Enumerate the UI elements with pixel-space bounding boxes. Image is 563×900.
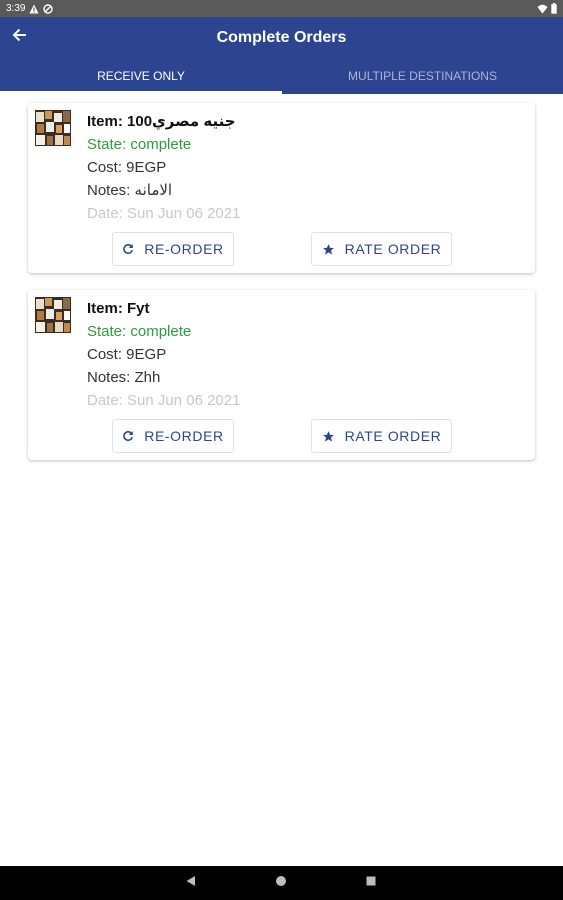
item-cost: Cost: 9EGP: [87, 346, 167, 363]
star-icon: [322, 430, 335, 443]
item-thumbnail: [35, 110, 71, 146]
page-title: Complete Orders: [216, 29, 347, 46]
warning-icon: [29, 4, 40, 14]
status-bar: 3:39: [0, 0, 563, 17]
order-card: Item: Fyt State: complete Cost: 9EGP Not…: [28, 290, 535, 460]
item-state: State: complete: [87, 136, 192, 153]
item-date: Date: Sun Jun 06 2021: [87, 205, 241, 222]
star-icon: [322, 243, 335, 256]
item-date: Date: Sun Jun 06 2021: [87, 392, 241, 409]
app-bar: Complete Orders RECEIVE ONLY MULTIPLE DE…: [0, 17, 563, 94]
tab-label: MULTIPLE DESTINATIONS: [348, 69, 497, 83]
rate-order-button[interactable]: RATE ORDER: [311, 232, 452, 266]
tab-label: RECEIVE ONLY: [97, 69, 185, 83]
battery-icon: [551, 3, 557, 14]
reorder-button[interactable]: RE-ORDER: [112, 232, 234, 266]
nav-recents-button[interactable]: [365, 874, 377, 892]
nav-home-button[interactable]: [275, 874, 287, 892]
recents-square-icon: [365, 874, 377, 892]
home-circle-icon: [275, 874, 287, 892]
item-thumbnail: [35, 297, 71, 333]
reorder-label: RE-ORDER: [144, 428, 224, 444]
item-cost: Cost: 9EGP: [87, 159, 167, 176]
circle-slash-icon: [43, 3, 54, 14]
nav-back-button[interactable]: [185, 874, 197, 892]
tab-indicator: [0, 91, 282, 94]
reorder-button[interactable]: RE-ORDER: [112, 419, 234, 453]
item-notes: Notes: Zhh: [87, 369, 161, 386]
tab-receive-only[interactable]: RECEIVE ONLY: [0, 69, 282, 94]
refresh-icon: [122, 243, 134, 255]
item-name: Item: 100جنيه مصري: [87, 113, 236, 130]
refresh-icon: [122, 430, 134, 442]
rate-order-button[interactable]: RATE ORDER: [311, 419, 452, 453]
item-name: Item: Fyt: [87, 300, 150, 317]
reorder-label: RE-ORDER: [144, 241, 224, 257]
back-triangle-icon: [185, 874, 197, 892]
order-card: Item: 100جنيه مصري State: complete Cost:…: [28, 103, 535, 273]
item-state: State: complete: [87, 323, 192, 340]
wifi-icon: [537, 4, 548, 14]
navigation-bar: [0, 866, 563, 900]
rate-order-label: RATE ORDER: [344, 241, 442, 257]
rate-order-label: RATE ORDER: [344, 428, 442, 444]
status-time: 3:39: [6, 3, 26, 14]
tab-multiple-destinations[interactable]: MULTIPLE DESTINATIONS: [282, 69, 563, 94]
item-notes: Notes: الامانه: [87, 182, 173, 199]
